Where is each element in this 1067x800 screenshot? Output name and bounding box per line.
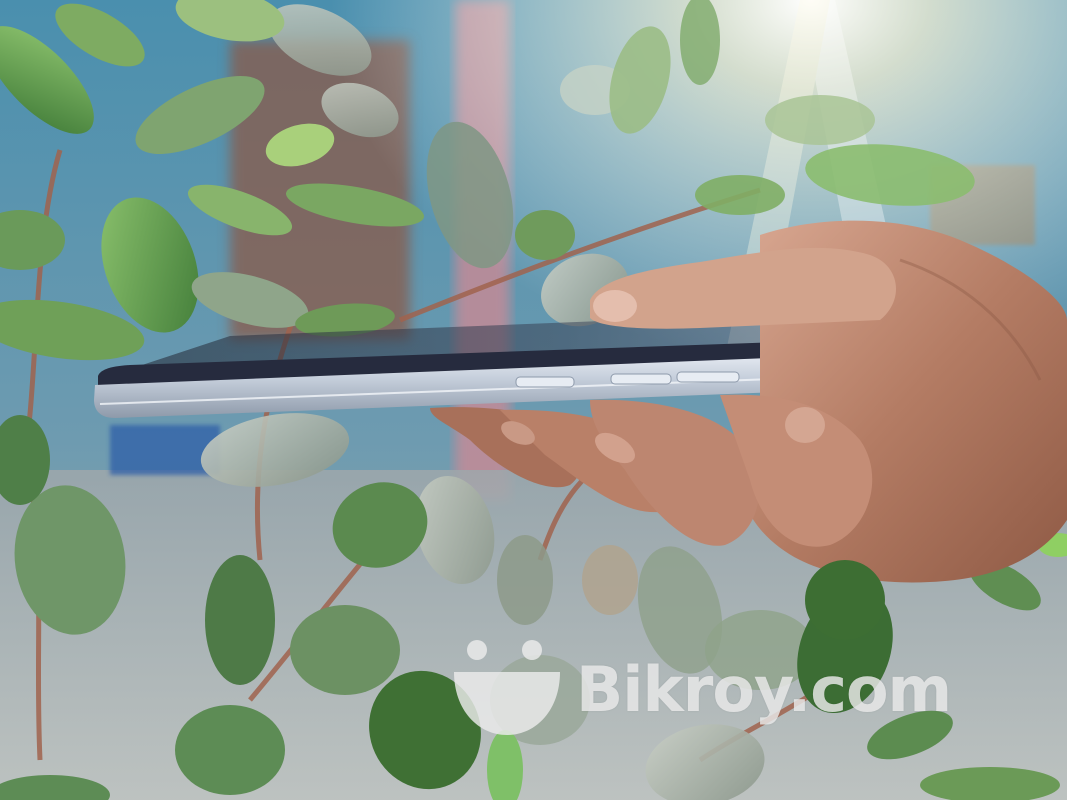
watermark: Bikroy.com [452,640,952,740]
watermark-text: Bikroy.com [576,653,952,726]
volume-up-button [610,373,672,385]
photo-scene: Bikroy.com [0,0,1067,800]
foreground-leaf [805,560,885,640]
volume-down-button [676,371,740,383]
bikroy-logo-icon [452,640,562,740]
power-button [515,376,575,388]
